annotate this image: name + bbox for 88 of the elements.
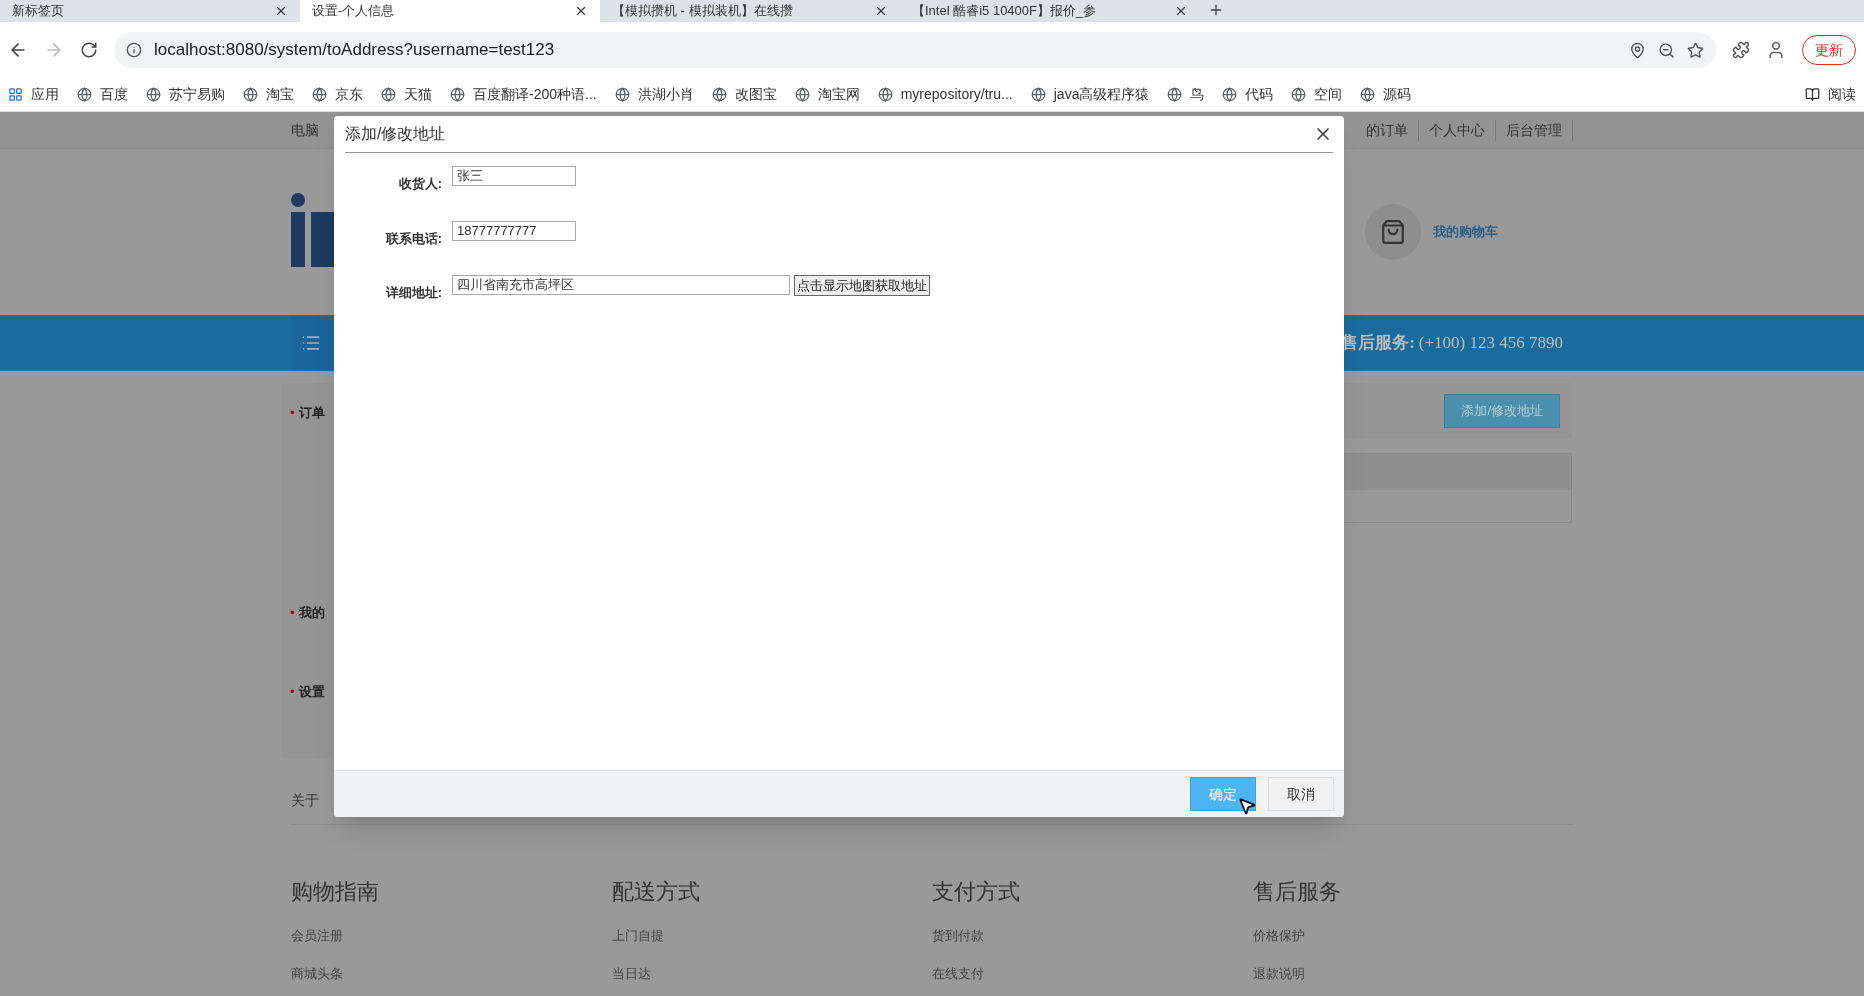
bookmark[interactable]: myrepository/tru... (877, 84, 1013, 105)
reading-list[interactable]: 阅读 (1805, 84, 1856, 105)
nav-link[interactable]: 后台管理 (1496, 119, 1573, 141)
sidebar-item[interactable]: 设置 (298, 682, 325, 702)
browser-tab[interactable]: 【Intel 酷睿i5 10400F】报价_参 (900, 0, 1200, 22)
globe-icon (1291, 87, 1307, 102)
field-label: 详细地址: (384, 284, 443, 302)
sidebar-item[interactable]: 我的 (298, 602, 325, 622)
field-label: 联系电话: (384, 229, 443, 248)
text-field[interactable]: 四川省南充市高坪区 (452, 275, 790, 295)
text-field[interactable]: 18777777777 (452, 220, 576, 241)
close-icon[interactable] (1174, 4, 1188, 18)
globe-icon (614, 87, 630, 102)
profile-icon[interactable] (1766, 40, 1786, 60)
bookmark[interactable]: 百度翻译-200种语... (450, 84, 597, 105)
bookmark[interactable]: 应用 (8, 84, 59, 105)
bookmark[interactable]: 京东 (312, 84, 363, 105)
bullet: • (290, 683, 295, 701)
new-tab-icon[interactable] (1208, 2, 1224, 18)
address-bar[interactable]: localhost:8080/system/toAddress?username=test123 (114, 32, 1716, 68)
footer-link[interactable]: 货到付款 (932, 926, 1253, 946)
list-icon (301, 333, 321, 353)
sidebar-item[interactable]: 订单 (298, 403, 325, 423)
globe-icon (243, 87, 258, 102)
footer-link[interactable]: 会员注册 (291, 926, 612, 946)
zoom-icon[interactable] (1658, 41, 1675, 59)
globe-icon (794, 87, 810, 102)
bookmark[interactable]: 天猫 (381, 84, 432, 105)
book-icon (1805, 87, 1820, 102)
bookmark[interactable]: 淘宝 (243, 84, 294, 105)
bookmark[interactable]: 改图宝 (711, 84, 777, 105)
bookmark[interactable]: java高级程序猿 (1030, 84, 1150, 105)
bookmark[interactable]: 洪湖小肖 (614, 84, 694, 105)
footer-heading: 支付方式 (932, 878, 1021, 906)
footer-link[interactable]: 上门自提 (611, 926, 932, 946)
reload-icon[interactable] (80, 41, 98, 59)
footer-heading: 购物指南 (291, 878, 380, 906)
globe-icon (877, 87, 893, 102)
footer-heading: 售后服务 (1252, 878, 1342, 906)
apps-icon (8, 87, 23, 102)
about-link[interactable]: 关于 (291, 792, 319, 808)
globe-icon (1222, 87, 1238, 102)
bookmark[interactable]: 鸟 (1167, 84, 1205, 105)
bookmark[interactable]: 淘宝网 (794, 84, 860, 105)
bag-icon (1380, 219, 1406, 245)
close-icon[interactable] (274, 4, 288, 18)
footer-link[interactable]: 退款说明 (1252, 963, 1573, 983)
bookmark[interactable]: 百度 (77, 84, 128, 105)
bullet: • (290, 404, 295, 422)
url-text: localhost:8080/system/toAddress?username=test123 (154, 39, 556, 62)
bookmark[interactable]: 空间 (1291, 84, 1343, 105)
globe-icon (450, 87, 465, 102)
bookmark[interactable]: 代码 (1222, 84, 1274, 105)
nav-link[interactable]: 个人中心 (1419, 119, 1496, 141)
text-field[interactable]: 张三 (452, 166, 576, 186)
globe-icon (77, 87, 92, 102)
extensions-icon[interactable] (1732, 41, 1750, 59)
footer-link[interactable]: 当日达 (611, 963, 932, 983)
globe-icon (1360, 87, 1376, 102)
globe-icon (1167, 87, 1183, 102)
cancel-button[interactable]: 取消 (1268, 777, 1334, 811)
globe-icon (711, 87, 727, 102)
browser-tab[interactable]: 设置-个人信息 (300, 0, 600, 22)
browser-tab[interactable]: 新标签页 (0, 0, 300, 22)
globe-icon (146, 87, 161, 102)
bookmark[interactable]: 苏宁易购 (146, 84, 225, 105)
location-icon[interactable] (1629, 41, 1646, 59)
globe-icon (1030, 87, 1046, 102)
bookmark[interactable]: 源码 (1360, 84, 1412, 105)
nav-link[interactable]: 的订单 (1356, 119, 1419, 141)
cursor-icon (1237, 796, 1257, 816)
footer-heading: 配送方式 (611, 878, 701, 906)
close-icon[interactable] (574, 4, 588, 18)
dialog-title: 添加/修改地址 (345, 124, 447, 144)
footer-link[interactable]: 商城头条 (291, 963, 612, 983)
star-icon[interactable] (1687, 41, 1704, 59)
map-button[interactable]: 点击显示地图获取地址 (794, 275, 930, 296)
service-phone: (+100) 123 456 7890 (1418, 332, 1563, 355)
field-label: 收货人: (397, 175, 443, 193)
browser-tab[interactable]: 【模拟攒机 - 模拟装机】在线攒 (600, 0, 900, 22)
bullet: • (290, 603, 295, 622)
globe-icon (381, 87, 396, 102)
close-icon[interactable] (874, 4, 888, 18)
globe-icon (312, 87, 327, 102)
info-icon[interactable] (126, 42, 142, 58)
footer-link[interactable]: 价格保护 (1252, 926, 1573, 946)
nav-link[interactable]: 电脑 (291, 119, 319, 141)
footer-link[interactable]: 在线支付 (932, 963, 1253, 983)
